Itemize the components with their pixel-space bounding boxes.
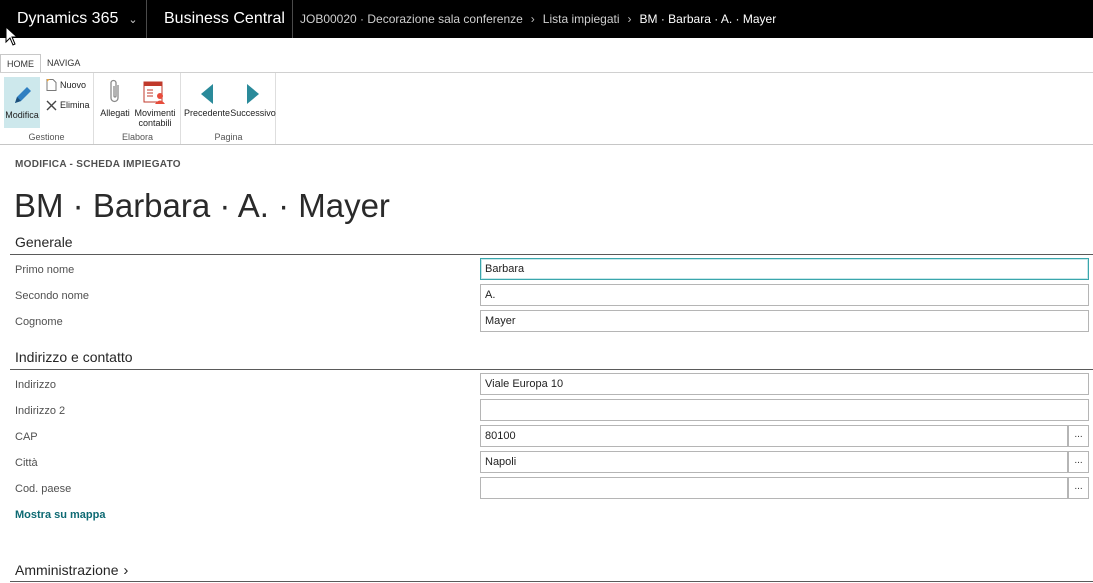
section-amministrazione-title: Amministrazione bbox=[15, 562, 119, 578]
indirizzo-field[interactable]: Viale Europa 10 bbox=[480, 373, 1089, 395]
arrow-left-icon bbox=[199, 77, 215, 105]
successivo-label: Successivo bbox=[230, 108, 276, 118]
group-label-gestione: Gestione bbox=[28, 132, 65, 142]
indirizzo-2-field[interactable] bbox=[480, 399, 1089, 421]
breadcrumb-current: BM · Barbara · A. · Mayer bbox=[639, 12, 777, 26]
cap-label: CAP bbox=[15, 431, 38, 443]
product-name: Dynamics 365 bbox=[17, 10, 119, 27]
chevron-right-icon: › bbox=[123, 562, 129, 579]
dynamics-365-menu[interactable]: Dynamics 365 ⌄ bbox=[0, 0, 147, 38]
breadcrumb-employee-list[interactable]: Lista impiegati bbox=[543, 12, 620, 26]
movimenti-label: Movimenti contabili bbox=[134, 108, 176, 128]
new-document-icon bbox=[45, 79, 57, 91]
indirizzo-label: Indirizzo bbox=[15, 379, 56, 391]
citta-label: Città bbox=[15, 457, 38, 469]
primo-nome-label: Primo nome bbox=[15, 264, 75, 276]
pencil-icon bbox=[11, 79, 33, 107]
elimina-label: Elimina bbox=[60, 100, 90, 110]
nuovo-label: Nuovo bbox=[60, 80, 87, 90]
tab-home[interactable]: HOME bbox=[0, 54, 41, 73]
group-elabora: Allegati Movimenti contabili Elabora bbox=[95, 73, 181, 144]
modifica-button[interactable]: Modifica bbox=[4, 77, 40, 128]
precedente-label: Precedente bbox=[183, 108, 231, 118]
group-pagina: Precedente Successivo Pagina bbox=[182, 73, 276, 144]
chevron-right-icon: › bbox=[530, 12, 535, 26]
mostra-su-mappa-link[interactable]: Mostra su mappa bbox=[15, 509, 105, 521]
breadcrumb: JOB00020 · Decorazione sala conferenze ›… bbox=[293, 12, 776, 26]
app-name[interactable]: Business Central bbox=[147, 0, 293, 38]
secondo-nome-field[interactable]: A. bbox=[480, 284, 1089, 306]
chevron-down-icon: ⌄ bbox=[128, 13, 138, 26]
section-divider bbox=[10, 254, 1093, 255]
close-icon bbox=[45, 99, 57, 111]
mouse-cursor-icon bbox=[5, 26, 19, 46]
allegati-button[interactable]: Allegati bbox=[99, 77, 131, 118]
cod-paese-label: Cod. paese bbox=[15, 483, 72, 495]
cognome-field[interactable]: Mayer bbox=[480, 310, 1089, 332]
primo-nome-field[interactable]: Barbara bbox=[480, 258, 1089, 280]
allegati-label: Allegati bbox=[100, 108, 130, 118]
ribbon-tabs: HOME NAVIGA bbox=[0, 54, 86, 73]
section-divider bbox=[10, 369, 1093, 370]
group-gestione: Modifica Nuovo Elimina Gestione bbox=[0, 73, 94, 144]
group-label-elabora: Elabora bbox=[121, 132, 154, 142]
page-title: BM · Barbara · A. · Mayer bbox=[14, 187, 390, 224]
group-label-pagina: Pagina bbox=[214, 132, 243, 142]
precedente-button[interactable]: Precedente bbox=[184, 77, 230, 118]
tab-naviga[interactable]: NAVIGA bbox=[41, 54, 86, 73]
indirizzo-2-label: Indirizzo 2 bbox=[15, 405, 66, 417]
cognome-label: Cognome bbox=[15, 316, 63, 328]
citta-lookup-button[interactable]: ... bbox=[1068, 451, 1089, 473]
section-amministrazione[interactable]: Amministrazione › bbox=[15, 562, 128, 579]
secondo-nome-label: Secondo nome bbox=[15, 290, 89, 302]
section-generale-title[interactable]: Generale bbox=[15, 234, 73, 250]
nuovo-button[interactable]: Nuovo bbox=[45, 79, 86, 91]
movimenti-contabili-button[interactable]: Movimenti contabili bbox=[133, 77, 177, 128]
cap-lookup-button[interactable]: ... bbox=[1068, 425, 1089, 447]
citta-field[interactable]: Napoli bbox=[480, 451, 1068, 473]
elimina-button[interactable]: Elimina bbox=[45, 99, 90, 111]
cod-paese-field[interactable] bbox=[480, 477, 1068, 499]
cap-field[interactable]: 80100 bbox=[480, 425, 1068, 447]
breadcrumb-job[interactable]: JOB00020 · Decorazione sala conferenze bbox=[300, 12, 523, 26]
ribbon-bottom-divider bbox=[0, 144, 1093, 145]
paperclip-icon bbox=[108, 77, 122, 105]
ledger-entries-icon bbox=[143, 77, 167, 105]
cod-paese-lookup-button[interactable]: ... bbox=[1068, 477, 1089, 499]
section-indirizzo-title[interactable]: Indirizzo e contatto bbox=[15, 349, 133, 365]
modifica-label: Modifica bbox=[5, 110, 39, 120]
arrow-right-icon bbox=[245, 77, 261, 105]
chevron-right-icon: › bbox=[627, 12, 632, 26]
top-bar: Dynamics 365 ⌄ Business Central JOB00020… bbox=[0, 0, 1093, 38]
section-divider bbox=[10, 581, 1093, 582]
page-subheading: MODIFICA - SCHEDA IMPIEGATO bbox=[15, 159, 181, 170]
ribbon: Modifica Nuovo Elimina Gestione Allegati bbox=[0, 73, 1093, 144]
successivo-button[interactable]: Successivo bbox=[230, 77, 276, 118]
